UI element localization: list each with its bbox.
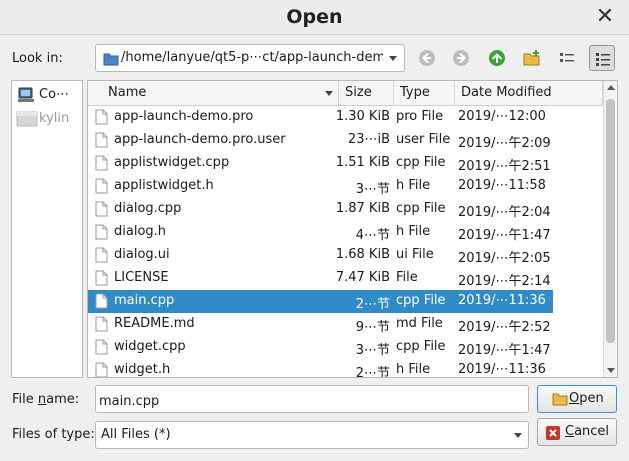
column-header-date[interactable]: Date Modified xyxy=(455,81,603,105)
drive-icon xyxy=(16,111,38,127)
file-icon xyxy=(95,224,108,244)
back-arrow-icon xyxy=(419,50,435,66)
forward-arrow-icon xyxy=(453,50,469,66)
file-icon xyxy=(95,270,108,290)
parent-directory-icon xyxy=(489,50,505,66)
table-row[interactable]: widget.cpp 3⋯节 cpp File 2019/⋯午1:47 xyxy=(88,336,553,359)
vertical-scrollbar[interactable] xyxy=(603,81,617,377)
list-view-button[interactable] xyxy=(554,45,580,71)
file-type-combo[interactable]: All Files (*) xyxy=(95,421,529,449)
look-in-label: Look in: xyxy=(12,51,63,66)
cancel-button-label: Cancel xyxy=(565,424,610,439)
column-header-size[interactable]: Size xyxy=(339,81,394,105)
open-button-label: Open xyxy=(569,391,604,406)
table-row[interactable]: README.md 9⋯节 md File 2019/⋯午2:52 xyxy=(88,313,553,336)
close-button[interactable]: ✕ xyxy=(593,5,617,29)
file-icon xyxy=(95,178,108,198)
table-row[interactable]: LICENSE 7.47 KiB File 2019/⋯午2:14 xyxy=(88,267,553,290)
file-icon xyxy=(95,155,108,175)
file-type-label: Files of type: xyxy=(12,427,95,442)
file-icon xyxy=(95,201,108,221)
table-row[interactable]: dialog.ui 1.68 KiB ui File 2019/⋯午2:05 xyxy=(88,244,553,267)
file-name-label: File name: xyxy=(12,392,80,407)
table-row[interactable]: dialog.h 4⋯节 h File 2019/⋯午1:47 xyxy=(88,221,553,244)
new-folder-button[interactable] xyxy=(519,45,545,71)
file-name-input[interactable] xyxy=(95,385,529,413)
table-row[interactable]: applistwidget.h 3⋯节 h File 2019/⋯11:58 xyxy=(88,175,553,198)
file-type-value: All Files (*) xyxy=(101,427,171,442)
file-list-header: Name Size Type Date Modified xyxy=(88,81,603,106)
cancel-icon xyxy=(546,426,560,440)
table-row[interactable]: app-launch-demo.pro.user 23⋯iB user File 20… xyxy=(88,129,553,152)
new-folder-icon xyxy=(523,50,540,66)
table-row[interactable]: dialog.cpp 1.87 KiB cpp File 2019/⋯午2:04 xyxy=(88,198,553,221)
column-header-name[interactable]: Name xyxy=(88,81,339,105)
scroll-up-icon[interactable] xyxy=(607,85,615,90)
file-icon xyxy=(95,132,108,152)
folder-icon xyxy=(103,52,119,70)
forward-button[interactable] xyxy=(448,45,474,71)
chevron-down-icon xyxy=(389,56,397,61)
scroll-down-icon[interactable] xyxy=(607,368,615,373)
file-list: Name Size Type Date Modified app-launch-… xyxy=(87,80,618,378)
list-view-icon xyxy=(560,53,574,62)
sidebar-item-label: kylin xyxy=(39,111,70,126)
sidebar-item-computer[interactable]: Co⋯ xyxy=(16,84,82,106)
sort-descending-icon xyxy=(325,91,333,96)
file-icon xyxy=(95,316,108,336)
table-row[interactable]: widget.h 2⋯节 h File 2019/⋯11:36 xyxy=(88,359,553,377)
table-row[interactable]: app-launch-demo.pro 1.30 KiB pro File 2019/… xyxy=(88,106,553,129)
open-button[interactable]: Open xyxy=(537,385,617,413)
back-button[interactable] xyxy=(414,45,440,71)
cancel-button[interactable]: Cancel xyxy=(537,418,617,446)
column-header-type[interactable]: Type xyxy=(394,81,455,105)
look-in-combo[interactable]: /home/lanyue/qt5-p⋯ct/app-launch-demo xyxy=(95,44,405,72)
chevron-down-icon xyxy=(514,433,522,438)
file-icon xyxy=(95,109,108,129)
table-row[interactable]: applistwidget.cpp 1.51 KiB cpp File 2019/⋯午… xyxy=(88,152,553,175)
title-bar: Open ✕ xyxy=(0,0,629,35)
places-sidebar: Co⋯ kylin xyxy=(11,80,83,378)
scrollbar-thumb[interactable] xyxy=(606,99,615,343)
detail-view-icon xyxy=(596,53,610,66)
open-folder-icon xyxy=(552,393,568,406)
window-title: Open xyxy=(286,6,343,28)
close-icon: ✕ xyxy=(595,4,615,29)
parent-directory-button[interactable] xyxy=(484,45,510,71)
detail-view-button[interactable] xyxy=(589,45,615,71)
table-row[interactable]: main.cpp 2⋯节 cpp File 2019/⋯11:36 xyxy=(88,290,553,313)
file-rows: app-launch-demo.pro 1.30 KiB pro File 2019/… xyxy=(88,106,603,377)
computer-icon xyxy=(18,87,34,102)
file-icon xyxy=(95,247,108,267)
file-icon xyxy=(95,339,108,359)
look-in-path: /home/lanyue/qt5-p⋯ct/app-launch-demo xyxy=(121,50,383,65)
file-icon xyxy=(95,362,108,377)
sidebar-item-kylin[interactable]: kylin xyxy=(16,108,82,130)
sidebar-item-label: Co⋯ xyxy=(39,87,70,102)
file-icon xyxy=(95,293,108,313)
